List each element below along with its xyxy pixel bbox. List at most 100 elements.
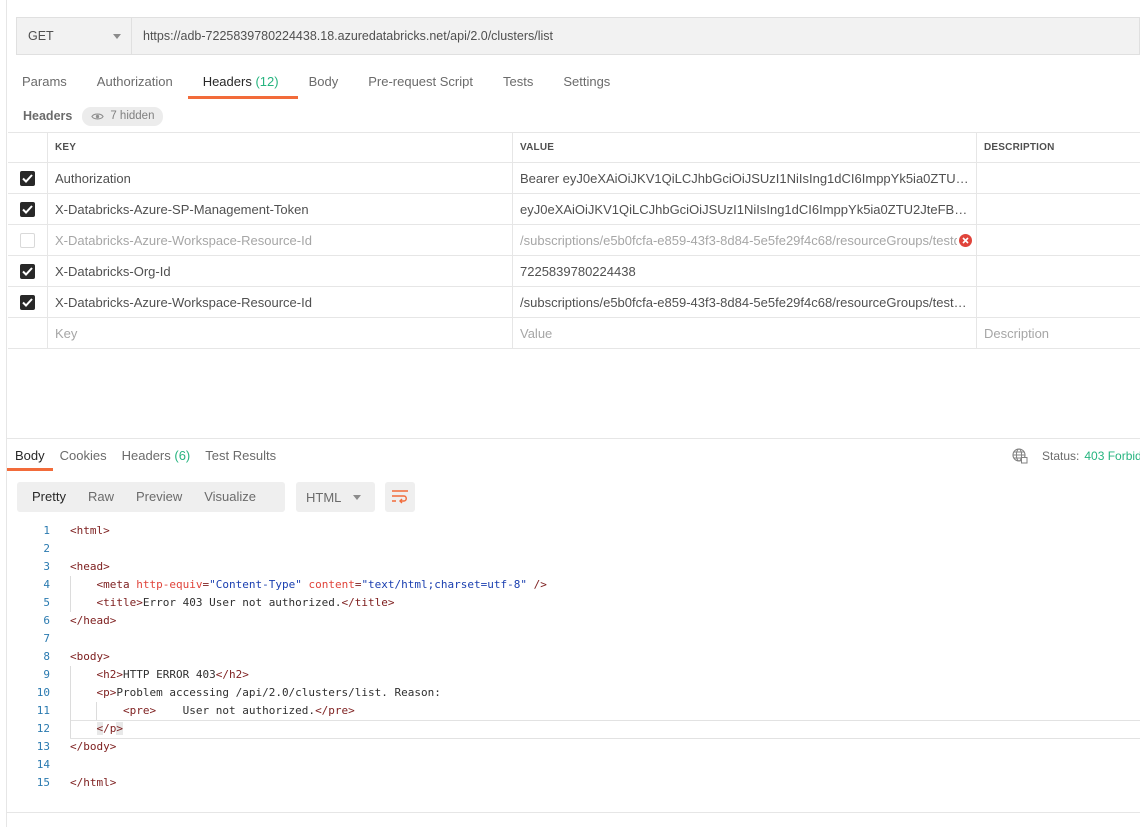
headers-title: Headers	[23, 109, 73, 123]
code-text: </p>	[96, 722, 123, 735]
url-input[interactable]: https://adb-7225839780224438.18.azuredat…	[132, 18, 1139, 54]
globe-icon[interactable]	[1012, 448, 1028, 464]
error-icon	[959, 233, 972, 247]
wrap-lines-button[interactable]	[385, 482, 415, 512]
headers-section-label: Headers 7 hidden	[23, 106, 164, 126]
response-tab-headers[interactable]: Headers (6)	[122, 441, 191, 470]
response-tab-test-results[interactable]: Test Results	[205, 441, 276, 470]
check-cell	[8, 163, 48, 193]
line-number: 4	[43, 578, 50, 591]
format-select[interactable]: HTML	[296, 482, 375, 512]
code-h2-text: HTTP ERROR 403	[123, 668, 216, 681]
line-number: 6	[43, 614, 50, 627]
check-icon	[22, 204, 33, 214]
new-header-row: Key Value Description	[8, 318, 1140, 349]
code-text: <h2>HTTP ERROR 403</h2>	[96, 668, 249, 681]
value-text: eyJ0eXAiOiJKV1QiLCJhbGciOiJSUzI1NiIsIng1…	[520, 201, 972, 217]
status-value[interactable]: 403 Forbidden	[1084, 449, 1140, 463]
col-value: VALUE	[513, 133, 977, 162]
line-number: 8	[43, 650, 50, 663]
code-line: 1 <html>	[8, 522, 1140, 540]
header-check-cell	[8, 133, 48, 162]
description-cell[interactable]	[977, 163, 1140, 193]
response-tabs: Body Cookies Headers (6) Test Results	[7, 441, 291, 471]
code-text: <pre> User not authorized.</pre>	[122, 704, 355, 717]
chevron-down-icon	[113, 33, 121, 39]
value-cell[interactable]: /subscriptions/e5b0fcfa-e859-43f3-8d84-5…	[513, 225, 977, 255]
code-line: 6 </head>	[8, 612, 1140, 630]
code-pre-text: User not authorized.	[156, 704, 316, 717]
tab-tests[interactable]: Tests	[503, 66, 533, 98]
view-mode-group: Pretty Raw Preview Visualize	[17, 482, 285, 512]
code-line: 5 <title>Error 403 User not authorized.<…	[8, 594, 1140, 612]
check-cell	[8, 287, 48, 317]
description-cell[interactable]	[977, 194, 1140, 224]
request-tabs: Params Authorization Headers (12) Body P…	[22, 66, 640, 100]
tab-params[interactable]: Params	[22, 66, 67, 98]
value-cell[interactable]: 7225839780224438	[513, 256, 977, 286]
row-checkbox[interactable]	[20, 294, 35, 310]
description-cell[interactable]	[977, 256, 1140, 286]
key-cell[interactable]: X-Databricks-Azure-Workspace-Resource-Id	[48, 225, 513, 255]
code-attr: content	[308, 578, 355, 591]
hidden-headers-toggle[interactable]: 7 hidden	[82, 106, 164, 126]
row-checkbox[interactable]	[20, 232, 35, 248]
line-number: 13	[36, 740, 50, 753]
code-line: 2	[8, 540, 1140, 558]
current-line-highlight	[70, 720, 1140, 739]
col-key: KEY	[48, 133, 513, 162]
value-cell[interactable]: /subscriptions/e5b0fcfa-e859-43f3-8d84-5…	[513, 287, 977, 317]
description-cell[interactable]	[977, 225, 1140, 255]
key-cell[interactable]: X-Databricks-Azure-SP-Management-Token	[48, 194, 513, 224]
check-cell	[8, 225, 48, 255]
line-number: 10	[36, 686, 50, 699]
code-line: 11 <pre> User not authorized.</pre>	[8, 702, 1140, 720]
row-checkbox[interactable]	[20, 201, 35, 217]
new-value-input[interactable]: Value	[513, 318, 977, 348]
table-row: X-Databricks-Azure-Workspace-Resource-Id…	[8, 225, 1140, 256]
value-cell[interactable]: Bearer eyJ0eXAiOiJKV1QiLCJhbGciOiJSUzI1N…	[513, 163, 977, 193]
view-raw[interactable]: Raw	[77, 482, 125, 512]
line-number: 5	[43, 596, 50, 609]
chevron-down-icon	[353, 494, 361, 500]
request-bar: GET https://adb-7225839780224438.18.azur…	[16, 17, 1140, 55]
response-tab-cookies[interactable]: Cookies	[60, 441, 107, 470]
response-tab-body[interactable]: Body	[7, 441, 53, 471]
view-preview[interactable]: Preview	[125, 482, 193, 512]
value-cell[interactable]: eyJ0eXAiOiJKV1QiLCJhbGciOiJSUzI1NiIsIng1…	[513, 194, 977, 224]
code-text: </body>	[70, 740, 117, 753]
method-select[interactable]: GET	[17, 18, 132, 54]
left-border	[6, 0, 7, 827]
code-title-text: Error 403 User not authorized.	[142, 596, 342, 609]
new-key-input[interactable]: Key	[48, 318, 513, 348]
line-number: 14	[36, 758, 50, 771]
code-line: 8 <body>	[8, 648, 1140, 666]
code-line: 10 <p>Problem accessing /api/2.0/cluster…	[8, 684, 1140, 702]
key-cell[interactable]: X-Databricks-Org-Id	[48, 256, 513, 286]
tab-body[interactable]: Body	[309, 66, 339, 98]
row-checkbox[interactable]	[20, 170, 35, 186]
code-p-text: Problem accessing /api/2.0/clusters/list…	[116, 686, 441, 699]
description-cell[interactable]	[977, 287, 1140, 317]
response-code-editor[interactable]: 1 <html> 2 3 <head> 4 <meta http-equiv="Co…	[8, 522, 1140, 792]
line-number: 11	[36, 704, 50, 717]
new-description-input[interactable]: Description	[977, 318, 1140, 348]
view-visualize[interactable]: Visualize	[193, 482, 267, 512]
row-checkbox[interactable]	[20, 263, 35, 279]
check-cell	[8, 256, 48, 286]
tab-headers[interactable]: Headers (12)	[187, 66, 298, 99]
tab-settings[interactable]: Settings	[563, 66, 610, 98]
code-line: 9 <h2>HTTP ERROR 403</h2>	[8, 666, 1140, 684]
tab-pre-request-script[interactable]: Pre-request Script	[368, 66, 473, 98]
line-number: 12	[36, 722, 50, 735]
tab-authorization[interactable]: Authorization	[97, 66, 173, 98]
check-cell	[8, 318, 48, 348]
response-divider	[6, 438, 1140, 439]
code-line: 3 <head>	[8, 558, 1140, 576]
tab-count: (6)	[174, 448, 191, 463]
key-cell[interactable]: Authorization	[48, 163, 513, 193]
line-number: 7	[43, 632, 50, 645]
view-pretty[interactable]: Pretty	[21, 482, 77, 512]
table-row: X-Databricks-Azure-Workspace-Resource-Id…	[8, 287, 1140, 318]
key-cell[interactable]: X-Databricks-Azure-Workspace-Resource-Id	[48, 287, 513, 317]
